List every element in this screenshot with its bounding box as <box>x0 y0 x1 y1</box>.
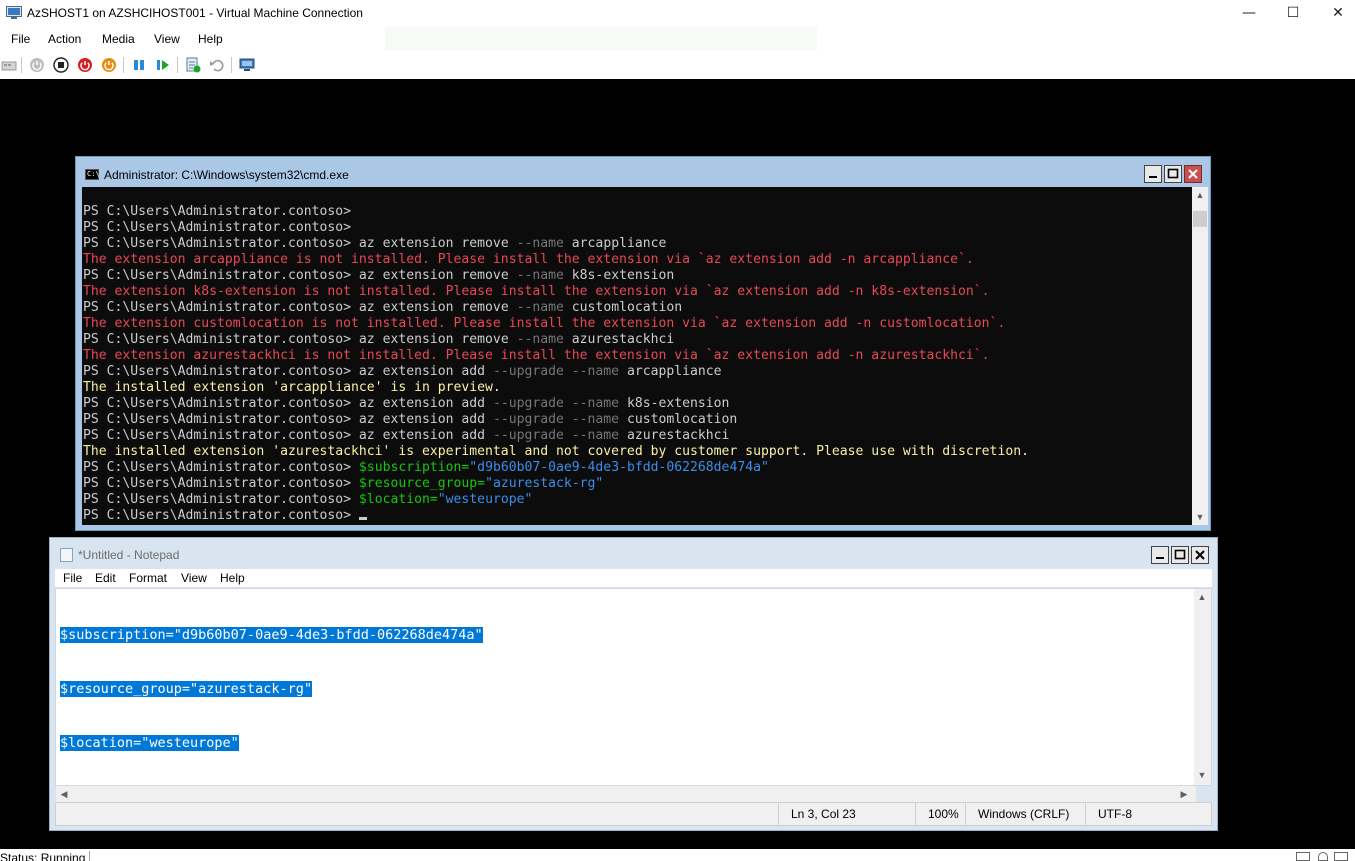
console-line: PS C:\Users\Administrator.contoso> $loca… <box>83 492 533 507</box>
cursor-position: Ln 3, Col 23 <box>778 803 930 825</box>
console-output[interactable]: PS C:\Users\Administrator.contoso> PS C:\… <box>82 187 1192 525</box>
menu-action[interactable]: Action <box>48 32 81 46</box>
cmd-maximize-button[interactable] <box>1164 165 1182 183</box>
console-line: The extension arcappliance is not instal… <box>83 252 974 267</box>
scroll-down-arrow-icon[interactable]: ▼ <box>1192 509 1208 525</box>
vm-toolbar <box>0 51 1355 79</box>
pause-icon[interactable] <box>131 57 147 73</box>
vm-status-bar: Status: Running <box>0 849 1355 861</box>
scroll-down-arrow-icon[interactable]: ▼ <box>1194 767 1210 783</box>
console-line: The extension k8s-extension is not insta… <box>83 284 990 299</box>
cmd-minimize-button[interactable] <box>1144 165 1162 183</box>
scroll-thumb[interactable] <box>1193 211 1207 227</box>
cmd-icon: C:\ <box>85 169 100 180</box>
close-icon <box>1195 550 1205 560</box>
console-line: The extension customlocation is not inst… <box>83 316 1006 331</box>
vm-status-text: Status: Running <box>0 851 86 861</box>
scroll-right-arrow-icon[interactable]: ▶ <box>1176 786 1192 802</box>
checkpoint-icon[interactable] <box>185 57 201 73</box>
console-line: The installed extension 'arcappliance' i… <box>83 380 501 395</box>
console-line: PS C:\Users\Administrator.contoso> <box>83 204 352 219</box>
save-icon[interactable] <box>101 57 117 73</box>
notepad-vertical-scrollbar[interactable]: ▲ ▼ <box>1194 589 1211 785</box>
window-title: AzSHOST1 on AZSHCIHOST001 - Virtual Mach… <box>27 6 363 20</box>
lock-icon <box>1334 852 1348 861</box>
menu-media[interactable]: Media <box>102 32 135 46</box>
cmd-window[interactable]: C:\ Administrator: C:\Windows\system32\c… <box>75 156 1211 531</box>
menu-file[interactable]: File <box>11 32 30 46</box>
notepad-title: *Untitled - Notepad <box>78 548 180 562</box>
notepad-minimize-button[interactable] <box>1151 546 1169 564</box>
resume-icon[interactable] <box>155 57 171 73</box>
notepad-content[interactable]: $subscription="d9b60b07-0ae9-4de3-bfdd-0… <box>60 590 483 788</box>
notepad-window[interactable]: *Untitled - Notepad File Edit Format Vie… <box>49 537 1218 831</box>
notepad-horizontal-scrollbar[interactable]: ◀ ▶ <box>56 786 1196 802</box>
scroll-up-arrow-icon[interactable]: ▲ <box>1194 589 1210 605</box>
console-line: PS C:\Users\Administrator.contoso> az ex… <box>83 300 683 315</box>
maximize-icon <box>1174 549 1186 560</box>
notepad-menu-file[interactable]: File <box>63 571 82 585</box>
notepad-close-button[interactable] <box>1191 546 1209 564</box>
console-line: PS C:\Users\Administrator.contoso> az ex… <box>83 268 675 283</box>
notepad-maximize-button[interactable] <box>1171 546 1189 564</box>
enhanced-session-icon[interactable] <box>239 57 255 73</box>
minimize-icon <box>1149 176 1157 178</box>
menu-view[interactable]: View <box>154 32 180 46</box>
console-line: The installed extension 'azurestackhci' … <box>83 444 1029 459</box>
scroll-left-arrow-icon[interactable]: ◀ <box>56 786 72 802</box>
console-cursor <box>358 517 367 520</box>
encoding: UTF-8 <box>1085 803 1211 825</box>
close-button[interactable]: ✕ <box>1315 4 1355 24</box>
notepad-line: $subscription="d9b60b07-0ae9-4de3-bfdd-0… <box>60 627 483 643</box>
console-line: PS C:\Users\Administrator.contoso> <box>83 220 352 235</box>
console-line: PS C:\Users\Administrator.contoso> az ex… <box>83 364 722 379</box>
console-line: PS C:\Users\Administrator.contoso> az ex… <box>83 236 667 251</box>
notepad-menu-bar: File Edit Format View Help <box>55 569 1212 587</box>
notepad-line: $resource_group="azurestack-rg" <box>60 681 312 697</box>
notepad-text-area[interactable]: $subscription="d9b60b07-0ae9-4de3-bfdd-0… <box>55 588 1212 802</box>
console-line: PS C:\Users\Administrator.contoso> az ex… <box>83 412 738 427</box>
notepad-menu-help[interactable]: Help <box>220 571 245 585</box>
shutdown-icon[interactable] <box>77 57 93 73</box>
console-line: PS C:\Users\Administrator.contoso> az ex… <box>83 332 675 347</box>
console-line: PS C:\Users\Administrator.contoso> az ex… <box>83 396 730 411</box>
notepad-line: $location="westeurope" <box>60 735 239 751</box>
scroll-up-arrow-icon[interactable]: ▲ <box>1192 187 1208 203</box>
zoom-level: 100% <box>915 803 968 825</box>
ctrl-alt-del-icon[interactable] <box>1 57 17 73</box>
console-line: PS C:\Users\Administrator.contoso> <box>82 508 1192 524</box>
console-line: The extension azurestackhci is not insta… <box>83 348 990 363</box>
notepad-icon <box>60 548 73 562</box>
cmd-title: Administrator: C:\Windows\system32\cmd.e… <box>104 168 349 182</box>
cmd-title-bar[interactable]: C:\ Administrator: C:\Windows\system32\c… <box>76 157 1210 187</box>
cmd-close-button[interactable] <box>1184 165 1202 183</box>
console-line: PS C:\Users\Administrator.contoso> $reso… <box>83 476 604 491</box>
revert-icon[interactable] <box>209 57 225 73</box>
vm-title-bar: AzSHOST1 on AZSHCIHOST001 - Virtual Mach… <box>0 0 1355 27</box>
line-ending: Windows (CRLF) <box>965 803 1085 825</box>
maximize-icon <box>1167 168 1179 179</box>
menu-help[interactable]: Help <box>198 32 223 46</box>
notepad-menu-format[interactable]: Format <box>129 571 167 585</box>
notepad-menu-view[interactable]: View <box>181 571 207 585</box>
cmd-scrollbar[interactable]: ▲ ▼ <box>1192 187 1208 525</box>
minimize-button[interactable]: — <box>1226 4 1272 24</box>
close-icon <box>1188 169 1198 179</box>
notepad-status-bar: Ln 3, Col 23 100% Windows (CRLF) UTF-8 <box>55 802 1212 826</box>
maximize-button[interactable]: ☐ <box>1270 4 1316 24</box>
minimize-icon <box>1156 557 1164 559</box>
console-line: PS C:\Users\Administrator.contoso> $subs… <box>83 460 769 475</box>
notepad-menu-edit[interactable]: Edit <box>95 571 116 585</box>
console-line: PS C:\Users\Administrator.contoso> az ex… <box>83 428 730 443</box>
vm-connection-icon <box>6 6 22 19</box>
turn-off-icon[interactable] <box>53 57 69 73</box>
menu-bar-filler <box>385 27 817 51</box>
start-icon[interactable] <box>29 57 45 73</box>
keyboard-icon <box>1296 852 1310 861</box>
mouse-icon <box>1318 852 1328 861</box>
